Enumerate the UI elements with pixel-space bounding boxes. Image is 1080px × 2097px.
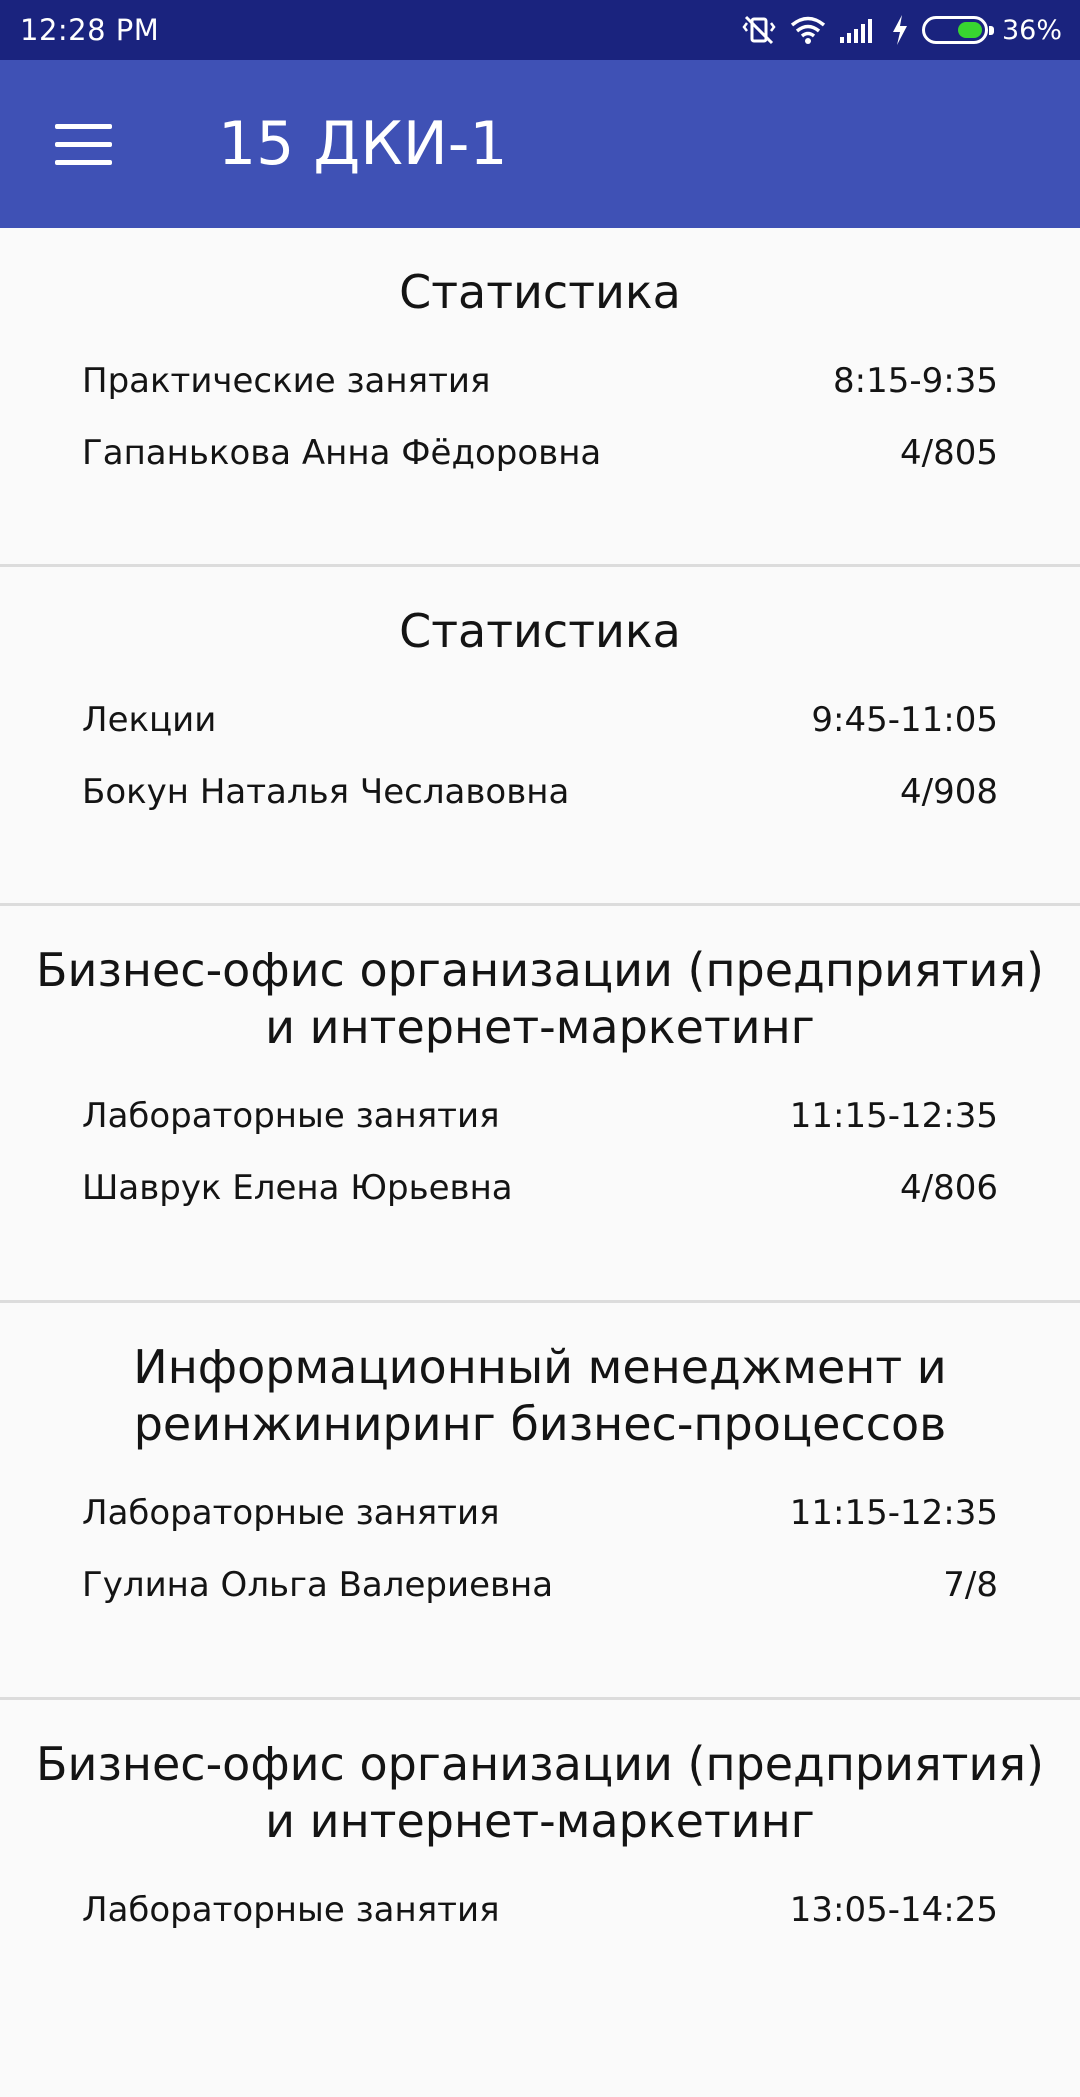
lesson-card[interactable]: Информационный менеджмент и реинжиниринг… (0, 1303, 1080, 1700)
lesson-time: 8:15-9:35 (833, 361, 998, 401)
lesson-teacher: Гапанькова Анна Фёдоровна (82, 433, 602, 473)
page-title: 15 ДКИ-1 (218, 109, 508, 179)
lesson-title: Статистика (399, 265, 681, 319)
lesson-type: Лабораторные занятия (82, 1493, 500, 1533)
battery-icon (921, 16, 994, 44)
lesson-time: 11:15-12:35 (789, 1096, 998, 1136)
charging-icon (892, 15, 908, 45)
lesson-teacher-row: Шаврук Елена Юрьевна 4/806 (0, 1152, 1080, 1224)
lesson-teacher-row: Бокун Наталья Чеславовна 4/908 (0, 756, 1080, 828)
lesson-title: Информационный менеджмент и реинжиниринг… (133, 1340, 947, 1451)
schedule-list[interactable]: Статистика Практические занятия 8:15-9:3… (0, 228, 1080, 2097)
lesson-title: Статистика (399, 604, 681, 658)
lesson-type: Лекции (82, 700, 217, 740)
lesson-time: 9:45-11:05 (811, 700, 998, 740)
lesson-type-row: Лабораторные занятия 11:15-12:35 (0, 1080, 1080, 1152)
lesson-room: 4/908 (900, 772, 998, 812)
lesson-teacher: Шаврук Елена Юрьевна (82, 1168, 513, 1208)
lesson-teacher-row: Гапанькова Анна Фёдоровна 4/805 (0, 417, 1080, 489)
lesson-type: Лабораторные занятия (82, 1890, 500, 1930)
lesson-card[interactable]: Бизнес-офис организации (предприятия) и … (0, 906, 1080, 1303)
lesson-teacher: Гулина Ольга Валериевна (82, 1565, 554, 1605)
lesson-time: 13:05-14:25 (789, 1890, 998, 1930)
status-icons: 36% (742, 14, 1062, 46)
lesson-type-row: Лабораторные занятия 13:05-14:25 (0, 1874, 1080, 1946)
status-bar: 12:28 PM 36% (0, 0, 1080, 60)
lesson-room: 4/806 (900, 1168, 998, 1208)
lesson-room: 4/805 (900, 433, 998, 473)
lesson-type: Практические занятия (82, 361, 491, 401)
lesson-type-row: Практические занятия 8:15-9:35 (0, 345, 1080, 417)
wifi-icon (790, 16, 826, 44)
vibrate-off-icon (742, 14, 776, 46)
signal-icon (839, 17, 878, 43)
battery-percent: 36% (1001, 14, 1062, 46)
lesson-type: Лабораторные занятия (82, 1096, 500, 1136)
lesson-title: Бизнес-офис организации (предприятия) и … (36, 1737, 1044, 1848)
status-time: 12:28 PM (20, 13, 160, 47)
lesson-card[interactable]: Статистика Практические занятия 8:15-9:3… (0, 228, 1080, 567)
lesson-time: 11:15-12:35 (789, 1493, 998, 1533)
lesson-teacher-row: Гулина Ольга Валериевна 7/8 (0, 1549, 1080, 1621)
lesson-type-row: Лекции 9:45-11:05 (0, 684, 1080, 756)
hamburger-menu-icon[interactable] (40, 112, 126, 176)
lesson-room: 7/8 (943, 1565, 998, 1605)
lesson-card[interactable]: Бизнес-офис организации (предприятия) и … (0, 1700, 1080, 2097)
app-bar: 15 ДКИ-1 (0, 60, 1080, 228)
lesson-type-row: Лабораторные занятия 11:15-12:35 (0, 1477, 1080, 1549)
lesson-title: Бизнес-офис организации (предприятия) и … (36, 943, 1044, 1054)
lesson-card[interactable]: Статистика Лекции 9:45-11:05 Бокун Натал… (0, 567, 1080, 906)
lesson-teacher: Бокун Наталья Чеславовна (82, 772, 570, 812)
